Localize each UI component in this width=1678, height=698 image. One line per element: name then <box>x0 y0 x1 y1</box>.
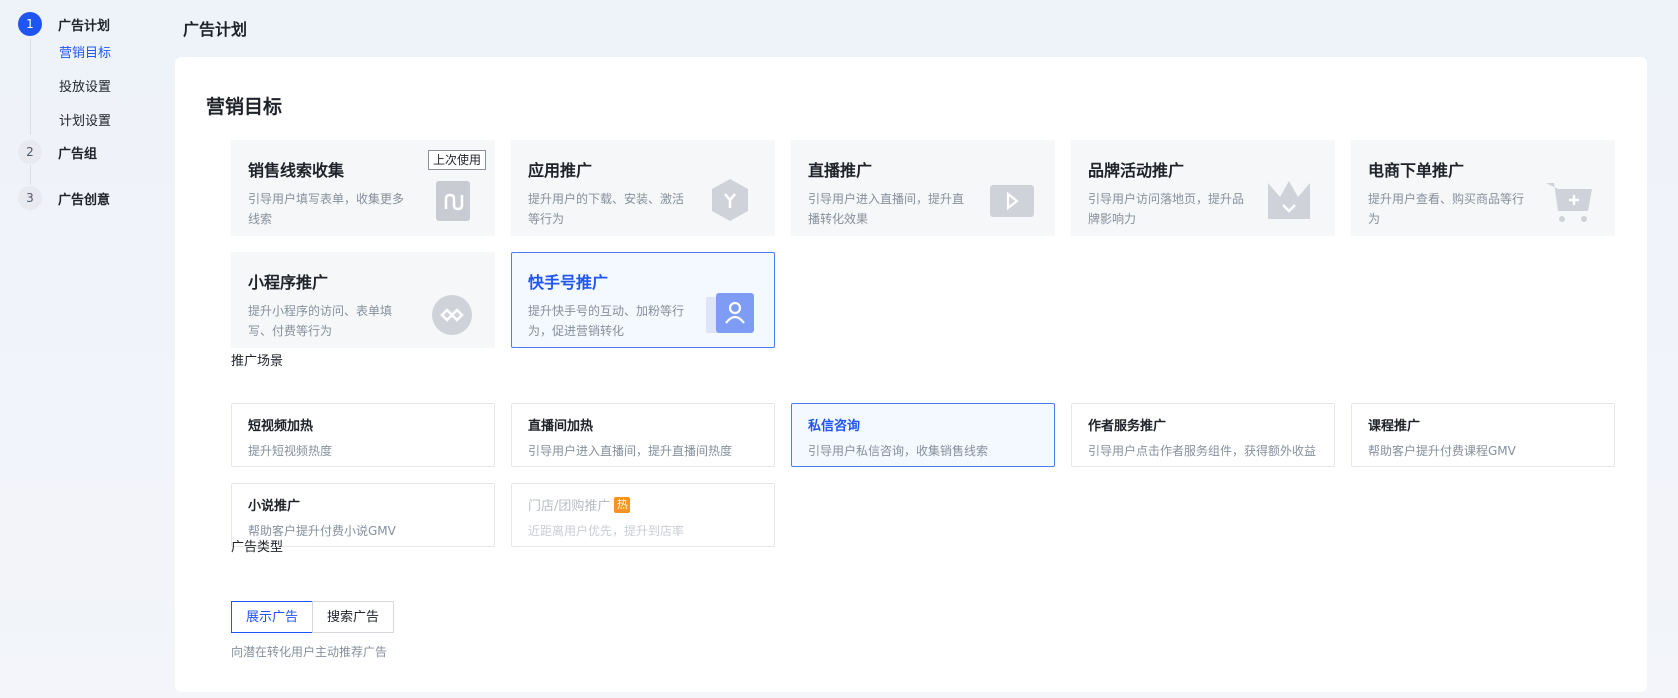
goal-desc: 引导用户填写表单，收集更多线索 <box>248 192 405 226</box>
last-used-badge: 上次使用 <box>427 150 486 170</box>
section-title-marketing-goal: 营销目标 <box>206 96 283 118</box>
scene-desc: 引导用户进入直播间，提升直播间热度 <box>528 444 733 458</box>
scene-desc: 提升短视频热度 <box>248 444 333 458</box>
scene-title: 作者服务推广 <box>1088 419 1167 434</box>
scene-title: 短视频加热 <box>248 419 314 434</box>
goal-card-ecommerce-order[interactable]: 电商下单推广 提升用户查看、购买商品等行为 <box>1351 140 1615 236</box>
marketing-goal-grid: 上次使用 销售线索收集 引导用户填写表单，收集更多线索 应用推广 提升用户的下载… <box>231 140 1615 348</box>
ad-type-desc: 向潜在转化用户主动推荐广告 <box>231 645 388 659</box>
scene-section-label: 推广场景 <box>231 354 284 369</box>
goal-desc: 引导用户访问落地页，提升品牌影响力 <box>1088 192 1245 226</box>
substep-plan-settings[interactable]: 计划设置 <box>59 105 168 139</box>
step-ad-creative[interactable]: 3 广告创意 <box>18 185 168 211</box>
scene-desc: 近距离用户优先，提升到店率 <box>528 524 685 538</box>
user-profile-icon <box>706 293 754 333</box>
step-number-1: 1 <box>18 12 42 36</box>
scene-title: 直播间加热 <box>528 419 594 434</box>
hot-badge: 热 <box>614 496 631 513</box>
scene-title: 课程推广 <box>1368 419 1421 434</box>
display-ad-button[interactable]: 展示广告 <box>231 601 314 633</box>
scene-card-store-group-buy: 门店/团购推广 热 近距离用户优先，提升到店率 <box>511 483 775 547</box>
search-ad-button[interactable]: 搜索广告 <box>312 601 395 633</box>
scene-title-row: 门店/团购推广 热 <box>528 495 758 514</box>
goal-card-brand-activity[interactable]: 品牌活动推广 引导用户访问落地页，提升品牌影响力 <box>1071 140 1335 236</box>
scene-desc: 引导用户私信咨询，收集销售线索 <box>808 444 989 458</box>
scene-desc: 引导用户点击作者服务组件，获得额外收益 <box>1088 444 1317 458</box>
scene-title: 门店/团购推广 <box>528 499 611 514</box>
shopping-cart-icon <box>1546 183 1592 222</box>
ad-type-selector: 展示广告 搜索广告 <box>231 601 395 633</box>
goal-desc: 提升用户的下载、安装、激活等行为 <box>528 192 685 226</box>
goal-card-mini-program[interactable]: 小程序推广 提升小程序的访问、表单填写、付费等行为 <box>231 252 495 348</box>
scene-title: 私信咨询 <box>808 419 861 434</box>
goal-card-sales-leads[interactable]: 上次使用 销售线索收集 引导用户填写表单，收集更多线索 <box>231 140 495 236</box>
video-play-icon <box>990 185 1034 217</box>
scene-grid: 短视频加热 提升短视频热度 直播间加热 引导用户进入直播间，提升直播间热度 私信… <box>231 403 1615 547</box>
mini-program-icon <box>432 295 472 335</box>
step-number-3: 3 <box>18 186 42 210</box>
scene-card-author-service[interactable]: 作者服务推广 引导用户点击作者服务组件，获得额外收益 <box>1071 403 1335 467</box>
substep-marketing-goal[interactable]: 营销目标 <box>59 37 168 71</box>
scene-card-private-message[interactable]: 私信咨询 引导用户私信咨询，收集销售线索 <box>791 403 1055 467</box>
ad-plan-substeps: 营销目标 投放设置 计划设置 <box>30 37 168 139</box>
main-panel: 营销目标 上次使用 销售线索收集 引导用户填写表单，收集更多线索 应用推广 提升… <box>175 57 1647 692</box>
scene-card-short-video[interactable]: 短视频加热 提升短视频热度 <box>231 403 495 467</box>
scene-title: 小说推广 <box>248 499 301 514</box>
step-ad-plan[interactable]: 1 广告计划 <box>18 11 168 37</box>
step-label-ad-group: 广告组 <box>58 146 98 162</box>
crown-icon <box>1268 181 1310 219</box>
ad-type-label: 广告类型 <box>231 540 284 555</box>
scene-card-live-room[interactable]: 直播间加热 引导用户进入直播间，提升直播间热度 <box>511 403 775 467</box>
page-title: 广告计划 <box>183 20 248 39</box>
scene-card-course[interactable]: 课程推广 帮助客户提升付费课程GMV <box>1351 403 1615 467</box>
step-ad-group[interactable]: 2 广告组 <box>18 139 168 165</box>
step-navigator: 1 广告计划 营销目标 投放设置 计划设置 2 广告组 3 广告创意 <box>18 11 168 211</box>
goal-desc: 提升快手号的互动、加粉等行为，促进营销转化 <box>528 304 685 338</box>
scene-desc: 帮助客户提升付费课程GMV <box>1368 444 1516 458</box>
form-folder-icon <box>436 181 470 221</box>
goal-desc: 引导用户进入直播间，提升直播转化效果 <box>808 192 965 226</box>
step-connector <box>30 165 31 185</box>
app-hexagon-icon <box>712 179 748 221</box>
substep-delivery-settings[interactable]: 投放设置 <box>59 71 168 105</box>
goal-desc: 提升小程序的访问、表单填写、付费等行为 <box>248 304 393 338</box>
goal-card-app-promotion[interactable]: 应用推广 提升用户的下载、安装、激活等行为 <box>511 140 775 236</box>
step-label-ad-plan: 广告计划 <box>58 18 111 34</box>
step-label-ad-creative: 广告创意 <box>58 192 111 208</box>
goal-card-live-promotion[interactable]: 直播推广 引导用户进入直播间，提升直播转化效果 <box>791 140 1055 236</box>
goal-desc: 提升用户查看、购买商品等行为 <box>1368 192 1525 226</box>
step-number-2: 2 <box>18 140 42 164</box>
goal-card-kuaishou-account[interactable]: 快手号推广 提升快手号的互动、加粉等行为，促进营销转化 <box>511 252 775 348</box>
